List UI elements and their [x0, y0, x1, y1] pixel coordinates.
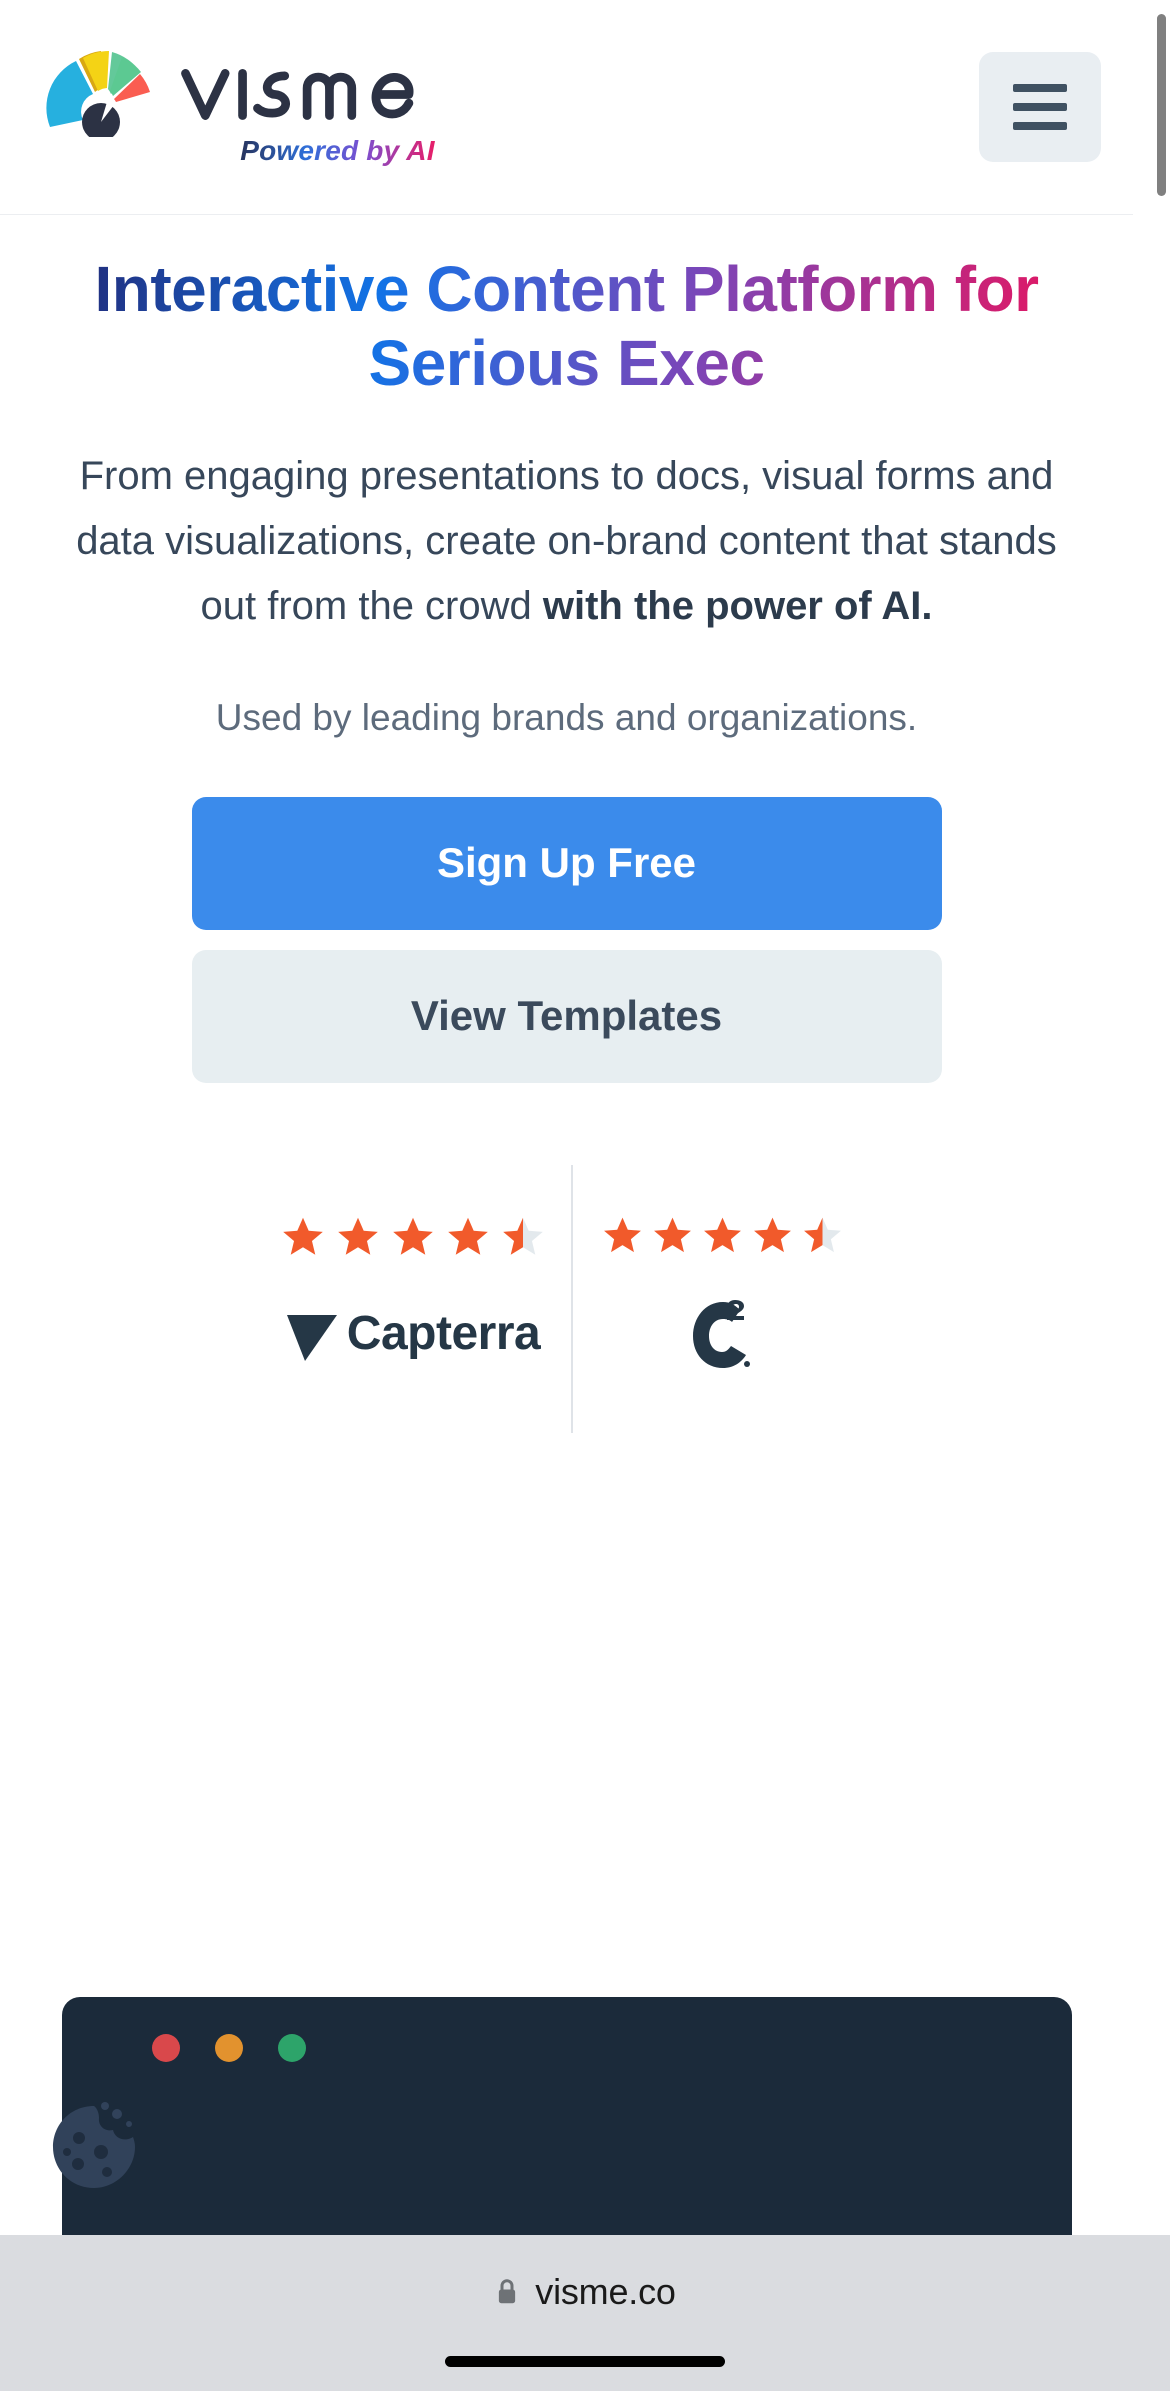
- hamburger-menu-button[interactable]: [979, 52, 1101, 162]
- g2-star-rating: [602, 1215, 843, 1256]
- capterra-label: Capterra: [346, 1306, 541, 1360]
- scrollbar-thumb[interactable]: [1157, 14, 1166, 196]
- cookie-consent-button[interactable]: [45, 2098, 143, 2196]
- hamburger-line: [1013, 122, 1067, 130]
- product-mockup-window: [62, 1997, 1072, 2257]
- visme-gauge-logo-icon: [46, 51, 150, 137]
- window-close-dot: [152, 2034, 180, 2062]
- cta-button-group: Sign Up Free View Templates: [40, 796, 1093, 1083]
- hamburger-line: [1013, 103, 1067, 111]
- star-filled-icon: [282, 1217, 323, 1255]
- hamburger-line: [1013, 84, 1067, 92]
- hero-subtitle-emphasis: with the power of AI.: [542, 584, 933, 629]
- home-indicator[interactable]: [445, 2356, 725, 2367]
- url-text: visme.co: [535, 2271, 676, 2312]
- brand-tagline: Powered by AI: [240, 135, 439, 167]
- star-filled-icon: [604, 1217, 641, 1252]
- window-maximize-dot: [278, 2034, 306, 2062]
- page-scrollbar[interactable]: [1153, 0, 1170, 2235]
- window-minimize-dot: [215, 2034, 243, 2062]
- star-filled-icon: [392, 1217, 433, 1255]
- capterra-logo: Capterra: [285, 1303, 541, 1365]
- hero-brands-line: Used by leading brands and organizations…: [215, 696, 918, 738]
- rating-g2[interactable]: [573, 1165, 873, 1433]
- capterra-star-rating: [281, 1215, 545, 1259]
- hero-subtitle: From engaging presentations to docs, vis…: [40, 444, 1093, 638]
- mockup-window-controls: [152, 2034, 306, 2062]
- view-templates-button[interactable]: View Templates: [191, 949, 942, 1083]
- brand-logo[interactable]: Powered by AI: [46, 47, 439, 167]
- g2-logo: [687, 1296, 759, 1379]
- page-title: Interactive Content Platform for Serious…: [40, 252, 1093, 400]
- star-filled-icon: [337, 1217, 378, 1255]
- url-display[interactable]: visme.co: [494, 2271, 676, 2313]
- cookie-icon: [53, 2102, 135, 2188]
- mobile-browser-viewport: Powered by AI Interactive Content Platfo…: [0, 0, 1170, 2391]
- browser-address-bar: visme.co: [0, 2235, 1170, 2391]
- hero-section: Interactive Content Platform for Serious…: [0, 216, 1133, 1433]
- capterra-arrow-icon: [286, 1314, 337, 1361]
- star-half-icon: [502, 1217, 543, 1255]
- sign-up-free-button[interactable]: Sign Up Free: [191, 796, 942, 930]
- star-filled-icon: [447, 1217, 488, 1255]
- brand-row: [46, 47, 439, 137]
- star-filled-icon: [654, 1217, 691, 1252]
- star-half-icon: [804, 1217, 841, 1252]
- ratings-section: Capterra: [40, 1164, 1093, 1433]
- rating-capterra[interactable]: Capterra: [261, 1165, 571, 1433]
- star-filled-icon: [754, 1217, 791, 1252]
- star-filled-icon: [704, 1217, 741, 1252]
- g2-logo-icon: [692, 1299, 750, 1368]
- site-header: Powered by AI: [0, 0, 1133, 215]
- padlock-icon: [499, 2279, 516, 2304]
- visme-wordmark: [181, 69, 414, 120]
